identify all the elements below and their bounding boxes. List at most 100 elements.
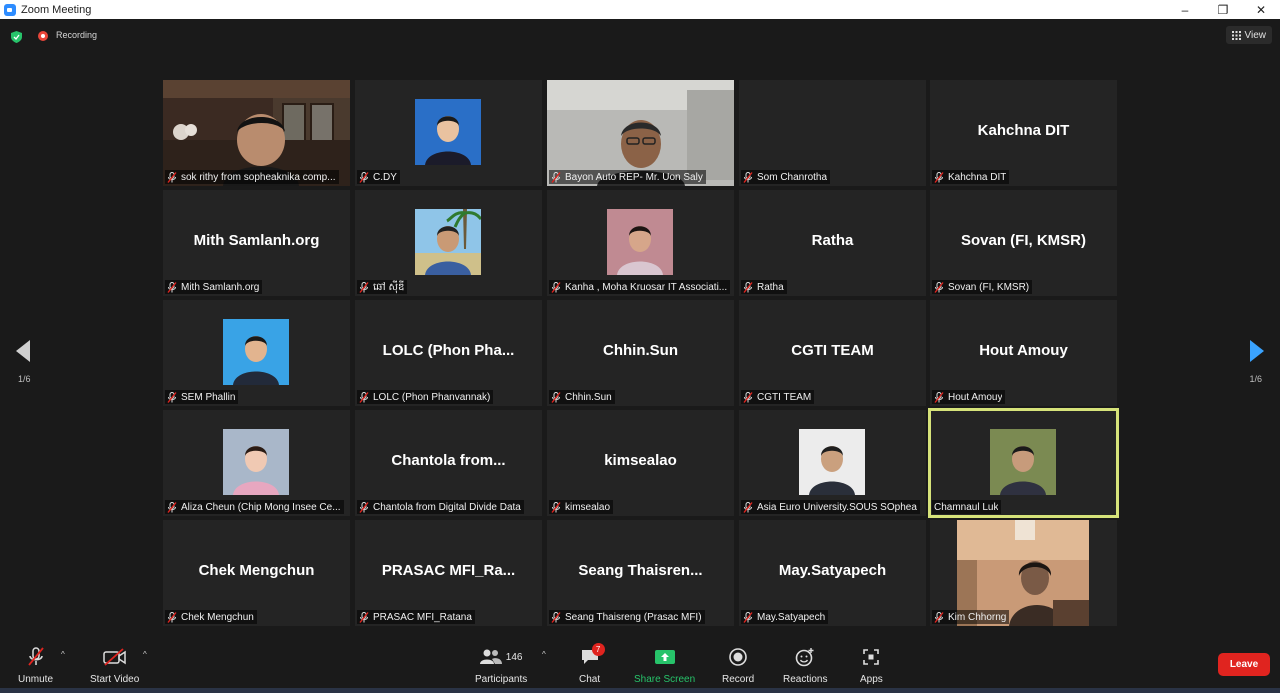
muted-mic-icon [551, 611, 561, 623]
muted-mic-icon [359, 281, 369, 293]
previous-page-arrow-icon[interactable] [16, 340, 30, 362]
participant-tile[interactable]: CGTI TEAM CGTI TEAM [739, 300, 926, 406]
participants-count: 146 [505, 651, 523, 663]
participant-name: kimsealao [565, 501, 611, 513]
participant-name: SEM Phallin [181, 391, 236, 403]
muted-mic-icon [359, 391, 369, 403]
muted-mic-icon [743, 611, 753, 623]
reactions-button[interactable]: Reactions [783, 646, 827, 685]
participant-tile[interactable]: Kim Chhorng [930, 520, 1117, 626]
participant-display-name: Mith Samlanh.org [193, 232, 320, 249]
participant-tile[interactable]: Som Chanrotha [739, 80, 926, 186]
participant-tile[interactable]: sok rithy from sopheaknika comp... [163, 80, 350, 186]
participant-name: Mith Samlanh.org [181, 281, 260, 293]
participant-tile[interactable]: May.Satyapech May.Satyapech [739, 520, 926, 626]
minimize-button[interactable]: – [1166, 0, 1204, 19]
muted-mic-icon [743, 501, 753, 513]
participants-chevron-icon[interactable]: ^ [542, 650, 546, 659]
participant-name: May.Satyapech [757, 611, 826, 623]
participant-tile[interactable]: kimsealao kimsealao [547, 410, 734, 516]
leave-button[interactable]: Leave [1218, 653, 1270, 676]
apps-button[interactable]: Apps [860, 646, 883, 685]
next-page-arrow-icon[interactable] [1250, 340, 1264, 362]
participant-tile[interactable]: LOLC (Phon Pha... LOLC (Phon Phanvannak) [355, 300, 542, 406]
participant-tile[interactable]: Kanha , Moha Kruosar IT Associati... [547, 190, 734, 296]
participant-nameplate: Aliza Cheun (Chip Mong Insee Ce... [165, 500, 344, 514]
participant-tile[interactable]: Aliza Cheun (Chip Mong Insee Ce... [163, 410, 350, 516]
participant-name: Chhin.Sun [565, 391, 612, 403]
meeting-topbar: Recording View [0, 19, 1280, 53]
participant-name: Asia Euro University.SOUS SOphea [757, 501, 917, 513]
audio-options-chevron-icon[interactable]: ^ [61, 650, 65, 659]
participant-avatar [223, 319, 289, 385]
participant-display-name: Kahchna DIT [977, 122, 1070, 139]
close-button[interactable]: ✕ [1242, 0, 1280, 19]
participant-name: Som Chanrotha [757, 171, 828, 183]
muted-mic-icon [743, 391, 753, 403]
participant-nameplate: C.DY [357, 170, 400, 184]
participant-tile[interactable]: Seang Thaisren... Seang Thaisreng (Prasac… [547, 520, 734, 626]
participant-name: LOLC (Phon Phanvannak) [373, 391, 491, 403]
restore-button[interactable]: ❐ [1204, 0, 1242, 19]
participant-nameplate: Chhin.Sun [549, 390, 615, 404]
participant-name: Sovan (FI, KMSR) [948, 281, 1030, 293]
start-video-button[interactable]: Start Video [90, 646, 139, 685]
participant-name: C.DY [373, 171, 397, 183]
participants-button[interactable]: 146 Participants [475, 646, 527, 685]
participant-name: Chantola from Digital Divide Data [373, 501, 521, 513]
window-controls: – ❐ ✕ [1166, 0, 1280, 19]
participant-tile[interactable]: Bayon Auto REP- Mr. Uon Saly [547, 80, 734, 186]
participant-nameplate: SEM Phallin [165, 390, 239, 404]
video-options-chevron-icon[interactable]: ^ [143, 650, 147, 659]
participant-tile[interactable]: Kahchna DIT Kahchna DIT [930, 80, 1117, 186]
participant-nameplate: Asia Euro University.SOUS SOphea [741, 500, 920, 514]
chat-button[interactable]: 7 Chat [579, 643, 605, 685]
participant-tile[interactable]: Asia Euro University.SOUS SOphea [739, 410, 926, 516]
participant-name: Hout Amouy [948, 391, 1003, 403]
participant-nameplate: Kim Chhorng [932, 610, 1010, 624]
participant-tile[interactable]: SEM Phallin [163, 300, 350, 406]
participant-display-name: CGTI TEAM [791, 342, 874, 359]
unmute-button[interactable]: Unmute [18, 646, 53, 685]
participant-name: Kanha , Moha Kruosar IT Associati... [565, 281, 728, 293]
gallery-grid: sok rithy from sopheaknika comp... C.DY Ba… [163, 80, 1119, 626]
participant-nameplate: kimsealao [549, 500, 614, 514]
participant-avatar [415, 99, 481, 165]
participant-nameplate: Bayon Auto REP- Mr. Uon Saly [549, 170, 706, 184]
participant-avatar [415, 209, 481, 275]
reactions-smiley-icon [795, 648, 814, 667]
muted-mic-icon [551, 391, 561, 403]
muted-mic-icon [551, 501, 561, 513]
muted-mic-icon [359, 611, 369, 623]
participant-tile[interactable]: Chek Mengchun Chek Mengchun [163, 520, 350, 626]
page-indicator-right: 1/6 [1249, 374, 1262, 384]
participants-icon [479, 649, 502, 664]
participant-tile[interactable]: Ratha Ratha [739, 190, 926, 296]
muted-mic-icon [743, 281, 753, 293]
participant-nameplate: LOLC (Phon Phanvannak) [357, 390, 494, 404]
share-screen-label: Share Screen [634, 674, 696, 685]
muted-mic-icon [743, 171, 753, 183]
muted-mic-icon [359, 501, 369, 513]
participant-tile[interactable]: PRASAC MFI_Ra... PRASAC MFI_Ratana [355, 520, 542, 626]
participant-nameplate: Kahchna DIT [932, 170, 1010, 184]
participant-tile[interactable]: Chamnaul Luk [928, 408, 1119, 518]
record-label: Record [722, 674, 755, 685]
participant-tile[interactable]: Sovan (FI, KMSR) Sovan (FI, KMSR) [930, 190, 1117, 296]
participant-name: Chamnaul Luk [934, 501, 999, 513]
participant-avatar [223, 429, 289, 495]
view-button[interactable]: View [1225, 26, 1272, 44]
window-title: Zoom Meeting [21, 3, 92, 16]
participant-display-name: Hout Amouy [979, 342, 1068, 359]
participant-tile[interactable]: Chantola from... Chantola from Digital Di… [355, 410, 542, 516]
participant-name: sok rithy from sopheaknika comp... [181, 171, 336, 183]
participant-tile[interactable]: Mith Samlanh.org Mith Samlanh.org [163, 190, 350, 296]
share-screen-button[interactable]: Share Screen [634, 646, 695, 685]
participant-tile[interactable]: Chhin.Sun Chhin.Sun [547, 300, 734, 406]
participant-tile[interactable]: C.DY [355, 80, 542, 186]
shield-icon[interactable] [11, 31, 22, 43]
participant-tile[interactable]: ឆៅ ស៊ីឌី [355, 190, 542, 296]
participant-display-name: Chek Mengchun [198, 562, 315, 579]
record-button[interactable]: Record [722, 646, 754, 685]
participant-tile[interactable]: Hout Amouy Hout Amouy [930, 300, 1117, 406]
